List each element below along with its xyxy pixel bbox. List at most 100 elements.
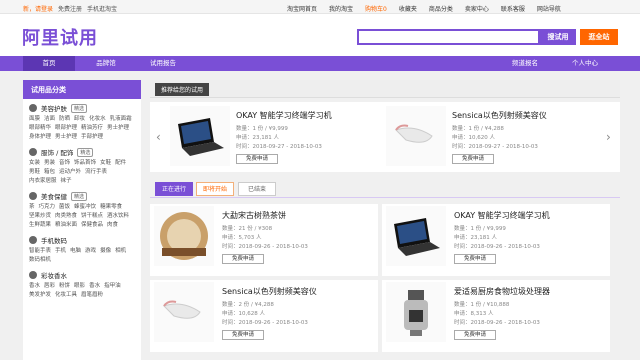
category-sub-link[interactable]: 蜂蜜冲饮 <box>74 204 96 211</box>
category-sub-link[interactable]: 面膜 <box>29 116 40 123</box>
carousel-item[interactable]: Sensica以色列射频美容仪 数量：1 份 / ¥4,288 申请：10,620 … <box>386 104 600 170</box>
category-header[interactable]: 手机数码 <box>29 235 135 245</box>
category-sub-link[interactable]: 生鲜蔬果 <box>29 222 51 229</box>
tab-upcoming[interactable]: 即将开始 <box>196 182 234 196</box>
category-sub-link[interactable]: 糖果零食 <box>100 204 122 211</box>
contact-service-link[interactable]: 联系客服 <box>501 4 525 13</box>
category-sub-link[interactable]: 美发护发 <box>29 292 51 299</box>
category-header[interactable]: 彩妆香水 <box>29 270 135 280</box>
category-sub-link[interactable]: 内衣家居服 <box>29 178 57 185</box>
category-sub-link[interactable]: 香水 <box>29 283 40 290</box>
apply-button[interactable]: 免费申请 <box>222 330 264 340</box>
category-sub-link[interactable]: 女装 <box>29 160 40 167</box>
site-logo[interactable]: 阿里试用 <box>22 24 98 50</box>
category-sub-link[interactable]: 肉类熟食 <box>55 213 77 220</box>
category-sub-link[interactable]: 指甲油 <box>104 283 121 290</box>
category-sub-link[interactable]: 香水 <box>89 283 100 290</box>
category-sub-link[interactable]: 化妆工具 <box>55 292 77 299</box>
product-name[interactable]: Sensica以色列射频美容仪 <box>452 110 547 121</box>
product-card[interactable]: 大勐宋古树熟茶饼 数量：21 份 / ¥308 申请：5,703 人时间：2018-… <box>150 204 378 276</box>
my-taobao-link[interactable]: 我的淘宝 <box>329 4 353 13</box>
category-name[interactable]: 彩妆香水 <box>41 270 67 280</box>
product-image[interactable] <box>154 282 214 342</box>
category-sub-link[interactable]: 相机 <box>115 248 126 255</box>
category-sub-link[interactable]: 粮油米面 <box>55 222 77 229</box>
product-card[interactable]: OKAY 智能学习终端学习机 数量：1 份 / ¥9,999 申请：23,181 人… <box>382 204 610 276</box>
category-sub-link[interactable]: 男士护理 <box>55 134 77 141</box>
category-sub-link[interactable]: 运动户外 <box>59 169 81 176</box>
category-sub-link[interactable]: 箱包 <box>44 169 55 176</box>
product-card[interactable]: Sensica以色列射频美容仪 数量：2 份 / ¥4,288 申请：10,628 … <box>150 280 378 352</box>
category-sub-link[interactable]: 肉食 <box>107 222 118 229</box>
category-sub-link[interactable]: 眉笔眉粉 <box>81 292 103 299</box>
category-sub-link[interactable]: 卸妆 <box>74 116 85 123</box>
category-sub-link[interactable]: 菌饭 <box>59 204 70 211</box>
product-image[interactable] <box>386 106 446 166</box>
seller-center-link[interactable]: 卖家中心 <box>465 4 489 13</box>
category-sub-link[interactable]: 粉饼 <box>59 283 70 290</box>
category-header[interactable]: 服饰 / 配饰 精选 <box>29 147 135 157</box>
browse-all-button[interactable]: 逛全站 <box>580 29 618 45</box>
nav-channel-signup[interactable]: 频道报名 <box>500 56 550 71</box>
cart-link[interactable]: 购物车0 <box>365 4 387 13</box>
product-image[interactable] <box>386 206 446 266</box>
category-sub-link[interactable]: 眼部精华 <box>29 125 51 132</box>
apply-button[interactable]: 免费申请 <box>236 154 278 164</box>
category-sub-link[interactable]: 洁面 <box>44 116 55 123</box>
category-name[interactable]: 服饰 / 配饰 <box>41 147 73 157</box>
product-image[interactable] <box>386 282 446 342</box>
category-sub-link[interactable]: 坚果炒货 <box>29 213 51 220</box>
category-sub-link[interactable]: 流行手表 <box>85 169 107 176</box>
category-sub-link[interactable]: 饼干糕点 <box>81 213 103 220</box>
category-sub-link[interactable]: 手部护理 <box>81 134 103 141</box>
nav-brand-hall[interactable]: 品牌馆 <box>80 56 132 71</box>
nav-trial-report[interactable]: 试用报告 <box>136 56 190 71</box>
category-sub-link[interactable]: 乳液面霜 <box>110 116 132 123</box>
category-sub-link[interactable]: 身体护理 <box>29 134 51 141</box>
tab-ended[interactable]: 已结束 <box>238 182 276 196</box>
category-link[interactable]: 商品分类 <box>429 4 453 13</box>
category-sub-link[interactable]: 音饰 <box>59 160 70 167</box>
category-name[interactable]: 美食保健 <box>41 191 67 201</box>
category-name[interactable]: 美容护肤 <box>41 103 67 113</box>
carousel-next-icon[interactable]: › <box>606 130 611 144</box>
product-image[interactable] <box>170 106 230 166</box>
product-name[interactable]: Sensica以色列射频美容仪 <box>222 286 317 297</box>
product-card[interactable]: 爱适易厨房食物垃圾处理器 数量：1 份 / ¥10,888 申请：8,313 人时间… <box>382 280 610 352</box>
category-header[interactable]: 美食保健 精选 <box>29 191 135 201</box>
category-sub-link[interactable]: 摄像 <box>100 248 111 255</box>
apply-button[interactable]: 免费申请 <box>454 254 496 264</box>
category-sub-link[interactable]: 唇彩 <box>44 283 55 290</box>
product-image[interactable] <box>154 206 214 266</box>
site-nav-link[interactable]: 网站导航 <box>537 4 561 13</box>
category-sub-link[interactable]: 男鞋 <box>29 169 40 176</box>
category-sub-link[interactable]: 手机 <box>55 248 66 255</box>
category-sub-link[interactable]: 保健食品 <box>81 222 103 229</box>
mobile-link[interactable]: 手机逛淘宝 <box>87 4 117 13</box>
category-sub-link[interactable]: 眼影 <box>74 283 85 290</box>
nav-personal-center[interactable]: 个人中心 <box>560 56 610 71</box>
category-sub-link[interactable]: 游戏 <box>85 248 96 255</box>
category-sub-link[interactable]: 数码相机 <box>29 257 51 264</box>
category-header[interactable]: 美容护肤 精选 <box>29 103 135 113</box>
register-link[interactable]: 免费注册 <box>58 4 82 13</box>
category-sub-link[interactable]: 精油芳疗 <box>81 125 103 132</box>
category-sub-link[interactable]: 饰品首饰 <box>74 160 96 167</box>
category-sub-link[interactable]: 智能手表 <box>29 248 51 255</box>
category-sub-link[interactable]: 袜子 <box>61 178 72 185</box>
taobao-home-link[interactable]: 淘宝网首页 <box>287 4 317 13</box>
search-input[interactable] <box>357 29 540 45</box>
login-link[interactable]: 新，请登录 <box>23 4 53 13</box>
tab-ongoing[interactable]: 正在进行 <box>155 182 193 196</box>
category-sub-link[interactable]: 配件 <box>115 160 126 167</box>
product-name[interactable]: 爱适易厨房食物垃圾处理器 <box>454 286 550 297</box>
apply-button[interactable]: 免费申请 <box>452 154 494 164</box>
category-name[interactable]: 手机数码 <box>41 235 67 245</box>
category-sub-link[interactable]: 男士护理 <box>107 125 129 132</box>
category-sub-link[interactable]: 化妆水 <box>89 116 106 123</box>
product-name[interactable]: OKAY 智能学习终端学习机 <box>454 210 550 221</box>
category-sub-link[interactable]: 男装 <box>44 160 55 167</box>
product-name[interactable]: 大勐宋古树熟茶饼 <box>222 210 286 221</box>
apply-button[interactable]: 免费申请 <box>222 254 264 264</box>
category-sub-link[interactable]: 女鞋 <box>100 160 111 167</box>
